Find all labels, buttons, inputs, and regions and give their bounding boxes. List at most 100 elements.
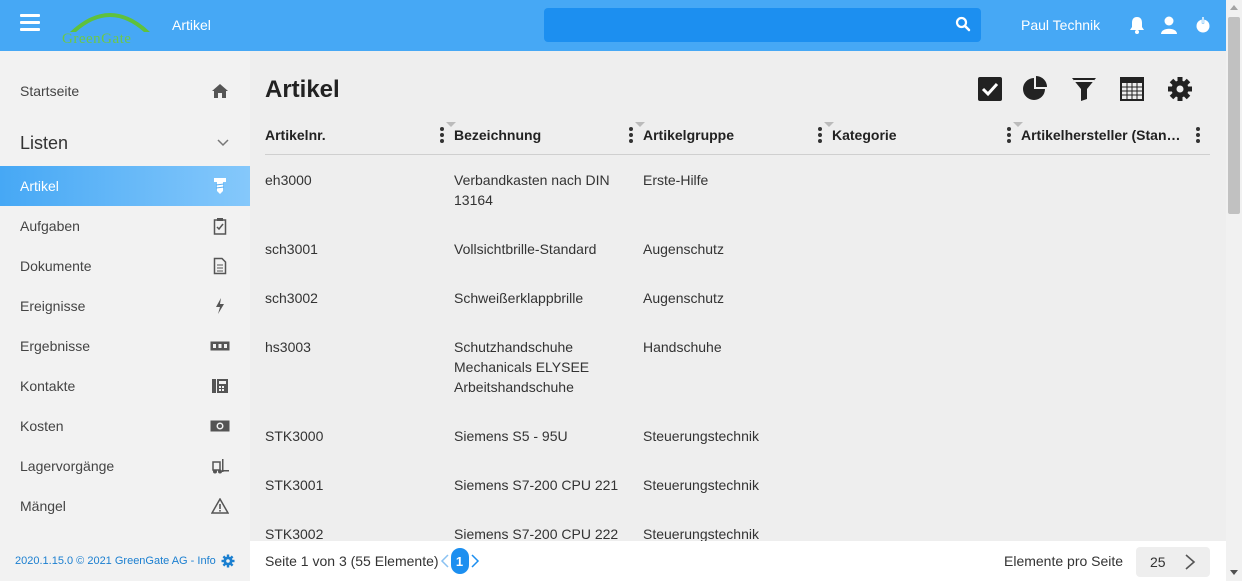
- cell-line: Arbeitshandschuhe: [454, 379, 574, 395]
- cell-line: Siemens S5 - 95U: [454, 428, 568, 444]
- greengate-logo[interactable]: GreenGate: [58, 4, 162, 48]
- page-number-button[interactable]: 1: [450, 548, 469, 574]
- top-bar: GreenGate Artikel Paul Technik: [0, 0, 1226, 51]
- sidebar-item-dokumente[interactable]: Dokumente: [0, 246, 250, 286]
- column-title: Artikelhersteller (Stan…: [1021, 127, 1181, 143]
- prev-page-icon[interactable]: [440, 553, 450, 569]
- cell-artikelnr: STK3002: [265, 526, 324, 541]
- page-module-title: Artikel: [172, 17, 211, 33]
- search-icon[interactable]: [955, 16, 971, 32]
- sidebar-item-label: Startseite: [20, 83, 80, 99]
- main-content: Artikel Artikelnr. Bezeichnung Artikelgr…: [250, 51, 1226, 541]
- sidebar-item-ergebnisse[interactable]: Ergebnisse: [0, 326, 250, 366]
- column-menu-icon[interactable]: [818, 127, 822, 143]
- search-input[interactable]: [544, 8, 981, 42]
- checkbox-icon[interactable]: [976, 75, 1004, 103]
- sidebar-item-label: Mängel: [20, 498, 66, 514]
- forklift-icon: [210, 456, 230, 476]
- sidebar-item-kontakte[interactable]: Kontakte: [0, 366, 250, 406]
- page-info: Seite 1 von 3 (55 Elemente): [265, 553, 439, 569]
- warning-icon: [210, 496, 230, 516]
- cell-artikelgruppe: Augenschutz: [643, 241, 724, 257]
- sidebar-item-label: Lagervorgänge: [20, 458, 115, 474]
- screw-icon: [210, 176, 230, 196]
- pie-chart-icon[interactable]: [1021, 75, 1049, 103]
- next-page-icon[interactable]: [470, 553, 480, 569]
- clipboard-check-icon: [210, 216, 230, 236]
- cell-bezeichnung: Schweißerklappbrille: [454, 288, 583, 308]
- gear-icon[interactable]: [221, 554, 235, 568]
- table-header: Artikelnr. Bezeichnung Artikelgruppe Kat…: [265, 115, 1210, 155]
- scrollbar-thumb[interactable]: [1228, 17, 1240, 214]
- column-title: Artikelnr.: [265, 127, 326, 143]
- phone-book-icon: [210, 376, 230, 396]
- column-menu-icon[interactable]: [1007, 127, 1011, 143]
- cell-artikelnr: STK3000: [265, 428, 324, 444]
- logo-text: GreenGate: [62, 31, 132, 47]
- column-header-artikelnr[interactable]: Artikelnr.: [265, 115, 444, 155]
- sidebar-section-listen[interactable]: Listen: [0, 123, 250, 163]
- sidebar-item-lagervorgaenge[interactable]: Lagervorgänge: [0, 446, 250, 486]
- counter-icon: [210, 336, 230, 356]
- scroll-down-arrow-icon[interactable]: [1230, 570, 1238, 575]
- column-title: Kategorie: [832, 127, 897, 143]
- settings-gear-icon[interactable]: [1166, 75, 1194, 103]
- cell-bezeichnung: Siemens S5 - 95U: [454, 426, 568, 446]
- sidebar-item-ereignisse[interactable]: Ereignisse: [0, 286, 250, 326]
- sidebar-item-artikel[interactable]: Artikel: [0, 166, 250, 206]
- power-icon[interactable]: [1194, 15, 1212, 35]
- cell-artikelnr: hs3003: [265, 339, 311, 355]
- table-icon[interactable]: [1118, 75, 1146, 103]
- sort-indicator-icon: [1013, 122, 1023, 127]
- column-menu-icon[interactable]: [440, 127, 444, 143]
- cell-line: Verbandkasten nach DIN: [454, 172, 610, 188]
- per-page-value: 25: [1150, 554, 1166, 570]
- column-header-artikelgruppe[interactable]: Artikelgruppe: [635, 115, 822, 155]
- cell-line: Schweißerklappbrille: [454, 290, 584, 306]
- sidebar-item-label: Ereignisse: [20, 298, 86, 314]
- filter-icon[interactable]: [1070, 75, 1098, 103]
- bell-icon[interactable]: [1128, 15, 1146, 35]
- scroll-up-arrow-icon[interactable]: [1230, 5, 1238, 10]
- cell-bezeichnung: Siemens S7-200 CPU 222: [454, 524, 618, 541]
- cell-artikelgruppe: Erste-Hilfe: [643, 172, 709, 188]
- cell-artikelgruppe: Steuerungstechnik: [643, 428, 759, 444]
- column-menu-icon[interactable]: [1196, 127, 1200, 143]
- document-icon: [210, 256, 230, 276]
- cell-bezeichnung: Siemens S7-200 CPU 221: [454, 475, 618, 495]
- sidebar-item-label: Kosten: [20, 418, 64, 434]
- sidebar-item-startseite[interactable]: Startseite: [0, 71, 250, 111]
- column-menu-icon[interactable]: [629, 127, 633, 143]
- cell-bezeichnung: Verbandkasten nach DIN 13164: [454, 170, 610, 210]
- sidebar-item-maengel[interactable]: Mängel: [0, 486, 250, 526]
- sidebar-item-label: Ergebnisse: [20, 338, 91, 354]
- sidebar-item-kosten[interactable]: Kosten: [0, 406, 250, 446]
- column-header-bezeichnung[interactable]: Bezeichnung: [446, 115, 633, 155]
- vertical-scrollbar[interactable]: [1226, 0, 1242, 581]
- cell-artikelgruppe: Steuerungstechnik: [643, 477, 759, 493]
- per-page-select[interactable]: 25: [1136, 547, 1210, 577]
- cell-line: Mechanicals ELYSEE: [454, 359, 590, 375]
- column-header-kategorie[interactable]: Kategorie: [824, 115, 1011, 155]
- cell-line: 13164: [454, 192, 493, 208]
- chevron-down-icon: [217, 139, 229, 147]
- page-title: Artikel: [265, 76, 340, 103]
- user-icon[interactable]: [1160, 15, 1178, 35]
- per-page-label: Elemente pro Seite: [1004, 553, 1124, 569]
- sidebar: Startseite Listen Artikel Aufgaben Dokum…: [0, 51, 250, 541]
- chevron-right-icon: [1185, 554, 1196, 570]
- column-title: Bezeichnung: [454, 127, 542, 143]
- sidebar-section-label: Listen: [20, 132, 69, 153]
- menu-icon[interactable]: [20, 14, 40, 34]
- cell-bezeichnung: Schutzhandschuhe Mechanicals ELYSEE Arbe…: [454, 337, 589, 397]
- cell-artikelnr: sch3002: [265, 290, 318, 306]
- username[interactable]: Paul Technik: [1021, 17, 1100, 33]
- lightning-icon: [210, 296, 230, 316]
- version-info-link[interactable]: 2020.1.15.0 © 2021 GreenGate AG - Info: [0, 541, 250, 581]
- column-title: Artikelgruppe: [643, 127, 735, 143]
- cell-artikelgruppe: Steuerungstechnik: [643, 526, 759, 541]
- column-header-artikelhersteller[interactable]: Artikelhersteller (Stan…: [1013, 115, 1200, 155]
- banknote-icon: [210, 416, 230, 436]
- sidebar-item-aufgaben[interactable]: Aufgaben: [0, 206, 250, 246]
- cell-line: Schutzhandschuhe: [454, 339, 574, 355]
